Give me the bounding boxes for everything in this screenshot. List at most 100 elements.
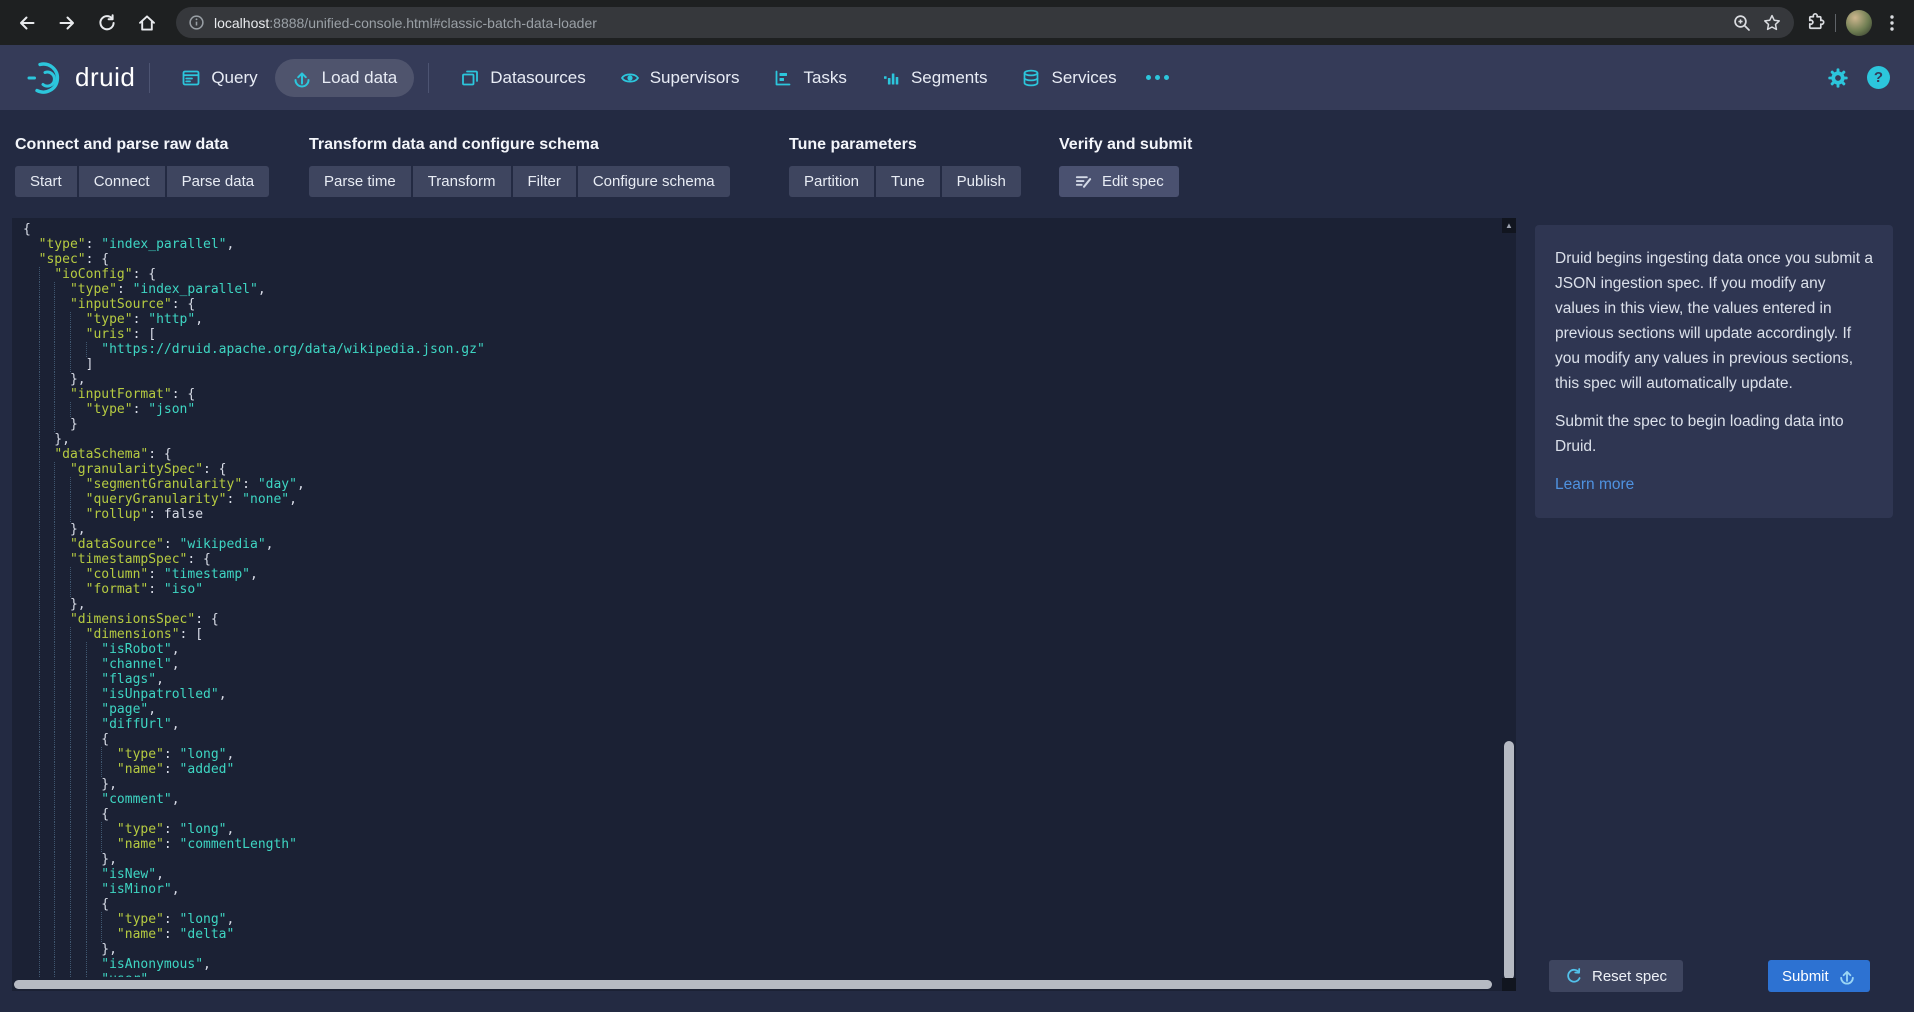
code-line: "dataSource": "wikipedia",: [23, 537, 1500, 552]
back-button[interactable]: [10, 6, 44, 40]
url-text: localhost:8888/unified-console.html#clas…: [214, 15, 1732, 31]
submit-button[interactable]: Submit: [1768, 960, 1870, 992]
code-line: },: [23, 852, 1500, 867]
code-line: "inputFormat": {: [23, 387, 1500, 402]
code-line: "user",: [23, 972, 1500, 977]
code-line: "spec": {: [23, 252, 1500, 267]
nav-tab-supervisors[interactable]: Supervisors: [603, 59, 757, 97]
learn-more-link[interactable]: Learn more: [1555, 476, 1634, 493]
nav-tab-label: Datasources: [490, 68, 585, 88]
code-line: "isAnonymous",: [23, 957, 1500, 972]
code-line: {: [23, 897, 1500, 912]
code-line: "format": "iso": [23, 582, 1500, 597]
step-group-title: Connect and parse raw data: [15, 136, 269, 154]
console-icon: [181, 68, 201, 88]
upload-icon: [292, 68, 312, 88]
help-icon[interactable]: ?: [1867, 66, 1890, 89]
home-button[interactable]: [130, 6, 164, 40]
nav-tab-query[interactable]: Query: [164, 59, 274, 97]
url-path: :8888/unified-console.html#classic-batch…: [269, 15, 597, 31]
editor-horizontal-scrollbar[interactable]: [12, 978, 1502, 991]
bookmark-star-icon[interactable]: [1762, 13, 1782, 33]
code-line: "isUnpatrolled",: [23, 687, 1500, 702]
code-area[interactable]: { "type": "index_parallel", "spec": { "i…: [23, 222, 1500, 977]
code-line: "https://druid.apache.org/data/wikipedia…: [23, 342, 1500, 357]
step-button-parse-data[interactable]: Parse data: [167, 166, 270, 197]
code-line: "name": "commentLength": [23, 837, 1500, 852]
code-line: }: [23, 417, 1500, 432]
step-group-title: Transform data and configure schema: [309, 136, 730, 154]
help-paragraph: Druid begins ingesting data once you sub…: [1555, 246, 1873, 396]
nav-tab-label: Segments: [911, 68, 988, 88]
zoom-icon[interactable]: [1732, 13, 1752, 33]
forward-arrow-icon: [57, 13, 77, 33]
code-line: "isNew",: [23, 867, 1500, 882]
step-button-filter[interactable]: Filter: [513, 166, 576, 197]
forward-button[interactable]: [50, 6, 84, 40]
druid-logo-icon: [26, 58, 66, 98]
browser-menu-icon[interactable]: [1882, 13, 1902, 33]
step-button-partition[interactable]: Partition: [789, 166, 874, 197]
code-line: },: [23, 522, 1500, 537]
url-host: localhost: [214, 15, 269, 31]
druid-logo[interactable]: druid: [26, 58, 135, 98]
address-bar[interactable]: localhost:8888/unified-console.html#clas…: [176, 7, 1794, 38]
nav-divider: [149, 63, 150, 93]
site-info-icon[interactable]: [188, 14, 205, 31]
gantt-icon: [773, 68, 793, 88]
scroll-up-button[interactable]: ▲: [1502, 218, 1516, 233]
code-line: "dataSchema": {: [23, 447, 1500, 462]
step-button-tune[interactable]: Tune: [876, 166, 940, 197]
toolbar-separator: [1835, 14, 1836, 32]
code-line: "rollup": false: [23, 507, 1500, 522]
step-button-configure-schema[interactable]: Configure schema: [578, 166, 730, 197]
profile-avatar[interactable]: [1846, 10, 1872, 36]
code-line: "inputSource": {: [23, 297, 1500, 312]
step-button-connect[interactable]: Connect: [79, 166, 165, 197]
nav-tab-label: Services: [1051, 68, 1116, 88]
nav-tab-load-data[interactable]: Load data: [275, 59, 415, 97]
code-line: "type": "index_parallel",: [23, 282, 1500, 297]
edit-spec-icon: [1074, 172, 1093, 191]
druid-logo-text: druid: [75, 62, 135, 93]
gear-icon[interactable]: [1827, 67, 1849, 89]
nav-more-button[interactable]: [1134, 65, 1181, 90]
extensions-icon[interactable]: [1804, 12, 1825, 33]
code-line: "isRobot",: [23, 642, 1500, 657]
reload-icon: [97, 13, 117, 33]
code-line: },: [23, 432, 1500, 447]
step-button-start[interactable]: Start: [15, 166, 77, 197]
help-paragraph: Submit the spec to begin loading data in…: [1555, 409, 1873, 459]
vertical-scroll-thumb[interactable]: [1504, 741, 1514, 980]
code-line: {: [23, 222, 1500, 237]
step-button-publish[interactable]: Publish: [942, 166, 1021, 197]
druid-nav-bar: druid Query Load data Datasources Superv…: [0, 45, 1914, 110]
nav-tab-label: Load data: [322, 68, 398, 88]
browser-toolbar: localhost:8888/unified-console.html#clas…: [0, 0, 1914, 45]
editor-vertical-scrollbar[interactable]: ▲: [1502, 218, 1516, 991]
code-line: "timestampSpec": {: [23, 552, 1500, 567]
step-button-transform[interactable]: Transform: [413, 166, 511, 197]
step-group-title: Verify and submit: [1059, 136, 1192, 154]
nav-tab-services[interactable]: Services: [1004, 59, 1133, 97]
nav-tab-datasources[interactable]: Datasources: [443, 59, 602, 97]
step-button-edit-spec[interactable]: Edit spec: [1059, 166, 1179, 197]
step-group-connect: Connect and parse raw data Start Connect…: [15, 136, 269, 197]
nav-tab-segments[interactable]: Segments: [864, 59, 1005, 97]
code-line: },: [23, 372, 1500, 387]
reload-button[interactable]: [90, 6, 124, 40]
code-line: "page",: [23, 702, 1500, 717]
back-arrow-icon: [17, 13, 37, 33]
nav-tab-tasks[interactable]: Tasks: [756, 59, 863, 97]
code-line: "channel",: [23, 657, 1500, 672]
nav-tab-label: Tasks: [803, 68, 846, 88]
database-icon: [1021, 68, 1041, 88]
scrollbar-corner: [1502, 978, 1516, 991]
horizontal-scroll-thumb[interactable]: [14, 980, 1492, 989]
eye-icon: [620, 68, 640, 88]
code-line: "uris": [: [23, 327, 1500, 342]
step-button-parse-time[interactable]: Parse time: [309, 166, 411, 197]
code-line: "name": "added": [23, 762, 1500, 777]
reset-spec-button[interactable]: Reset spec: [1549, 960, 1683, 992]
json-spec-editor[interactable]: { "type": "index_parallel", "spec": { "i…: [12, 218, 1516, 991]
